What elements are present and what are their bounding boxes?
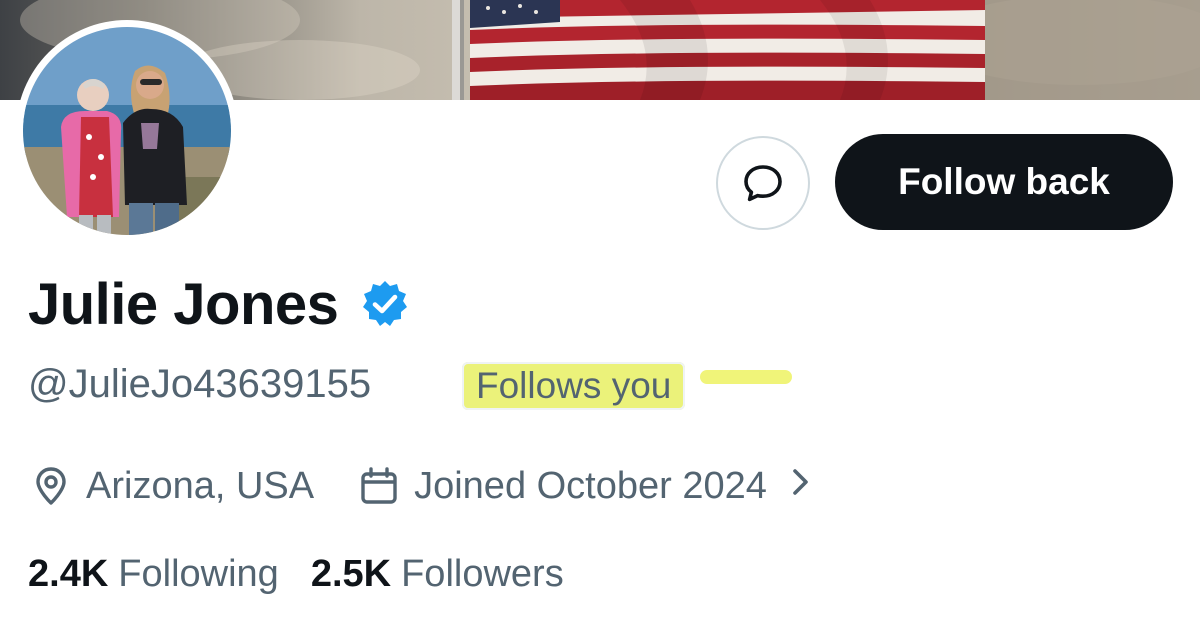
verified-badge-icon[interactable] bbox=[360, 279, 410, 329]
profile-meta: Arizona, USA Joined October 2024 bbox=[30, 458, 811, 514]
location-pin-icon bbox=[36, 467, 66, 505]
message-button[interactable] bbox=[716, 136, 810, 230]
followers-count: 2.5K bbox=[310, 552, 392, 595]
message-bubble-icon bbox=[744, 165, 782, 202]
joined-item[interactable]: Joined October 2024 bbox=[358, 465, 811, 508]
highlighter-mark bbox=[700, 370, 792, 384]
followers-stat[interactable]: 2.5K Followers bbox=[311, 553, 564, 596]
chevron-right-icon[interactable] bbox=[789, 465, 811, 508]
joined-date: Joined October 2024 bbox=[414, 464, 767, 507]
follow-stats: 2.4K Following 2.5K Followers bbox=[28, 546, 564, 602]
following-label: Following bbox=[118, 552, 279, 595]
avatar[interactable] bbox=[16, 20, 238, 242]
profile-photo bbox=[23, 27, 231, 235]
display-name: Julie Jones bbox=[28, 271, 339, 337]
calendar-icon bbox=[361, 467, 397, 504]
following-stat[interactable]: 2.4K Following bbox=[28, 553, 279, 596]
user-handle: @JulieJo43639155 bbox=[28, 362, 372, 406]
following-count: 2.4K bbox=[28, 552, 109, 595]
location-text: Arizona, USA bbox=[86, 464, 315, 507]
follows-you-badge: Follows you bbox=[462, 362, 686, 410]
followers-label: Followers bbox=[401, 552, 564, 595]
location-item: Arizona, USA bbox=[30, 465, 314, 508]
follow-back-button[interactable]: Follow back bbox=[835, 134, 1173, 230]
name-row: Julie Jones bbox=[28, 268, 410, 340]
